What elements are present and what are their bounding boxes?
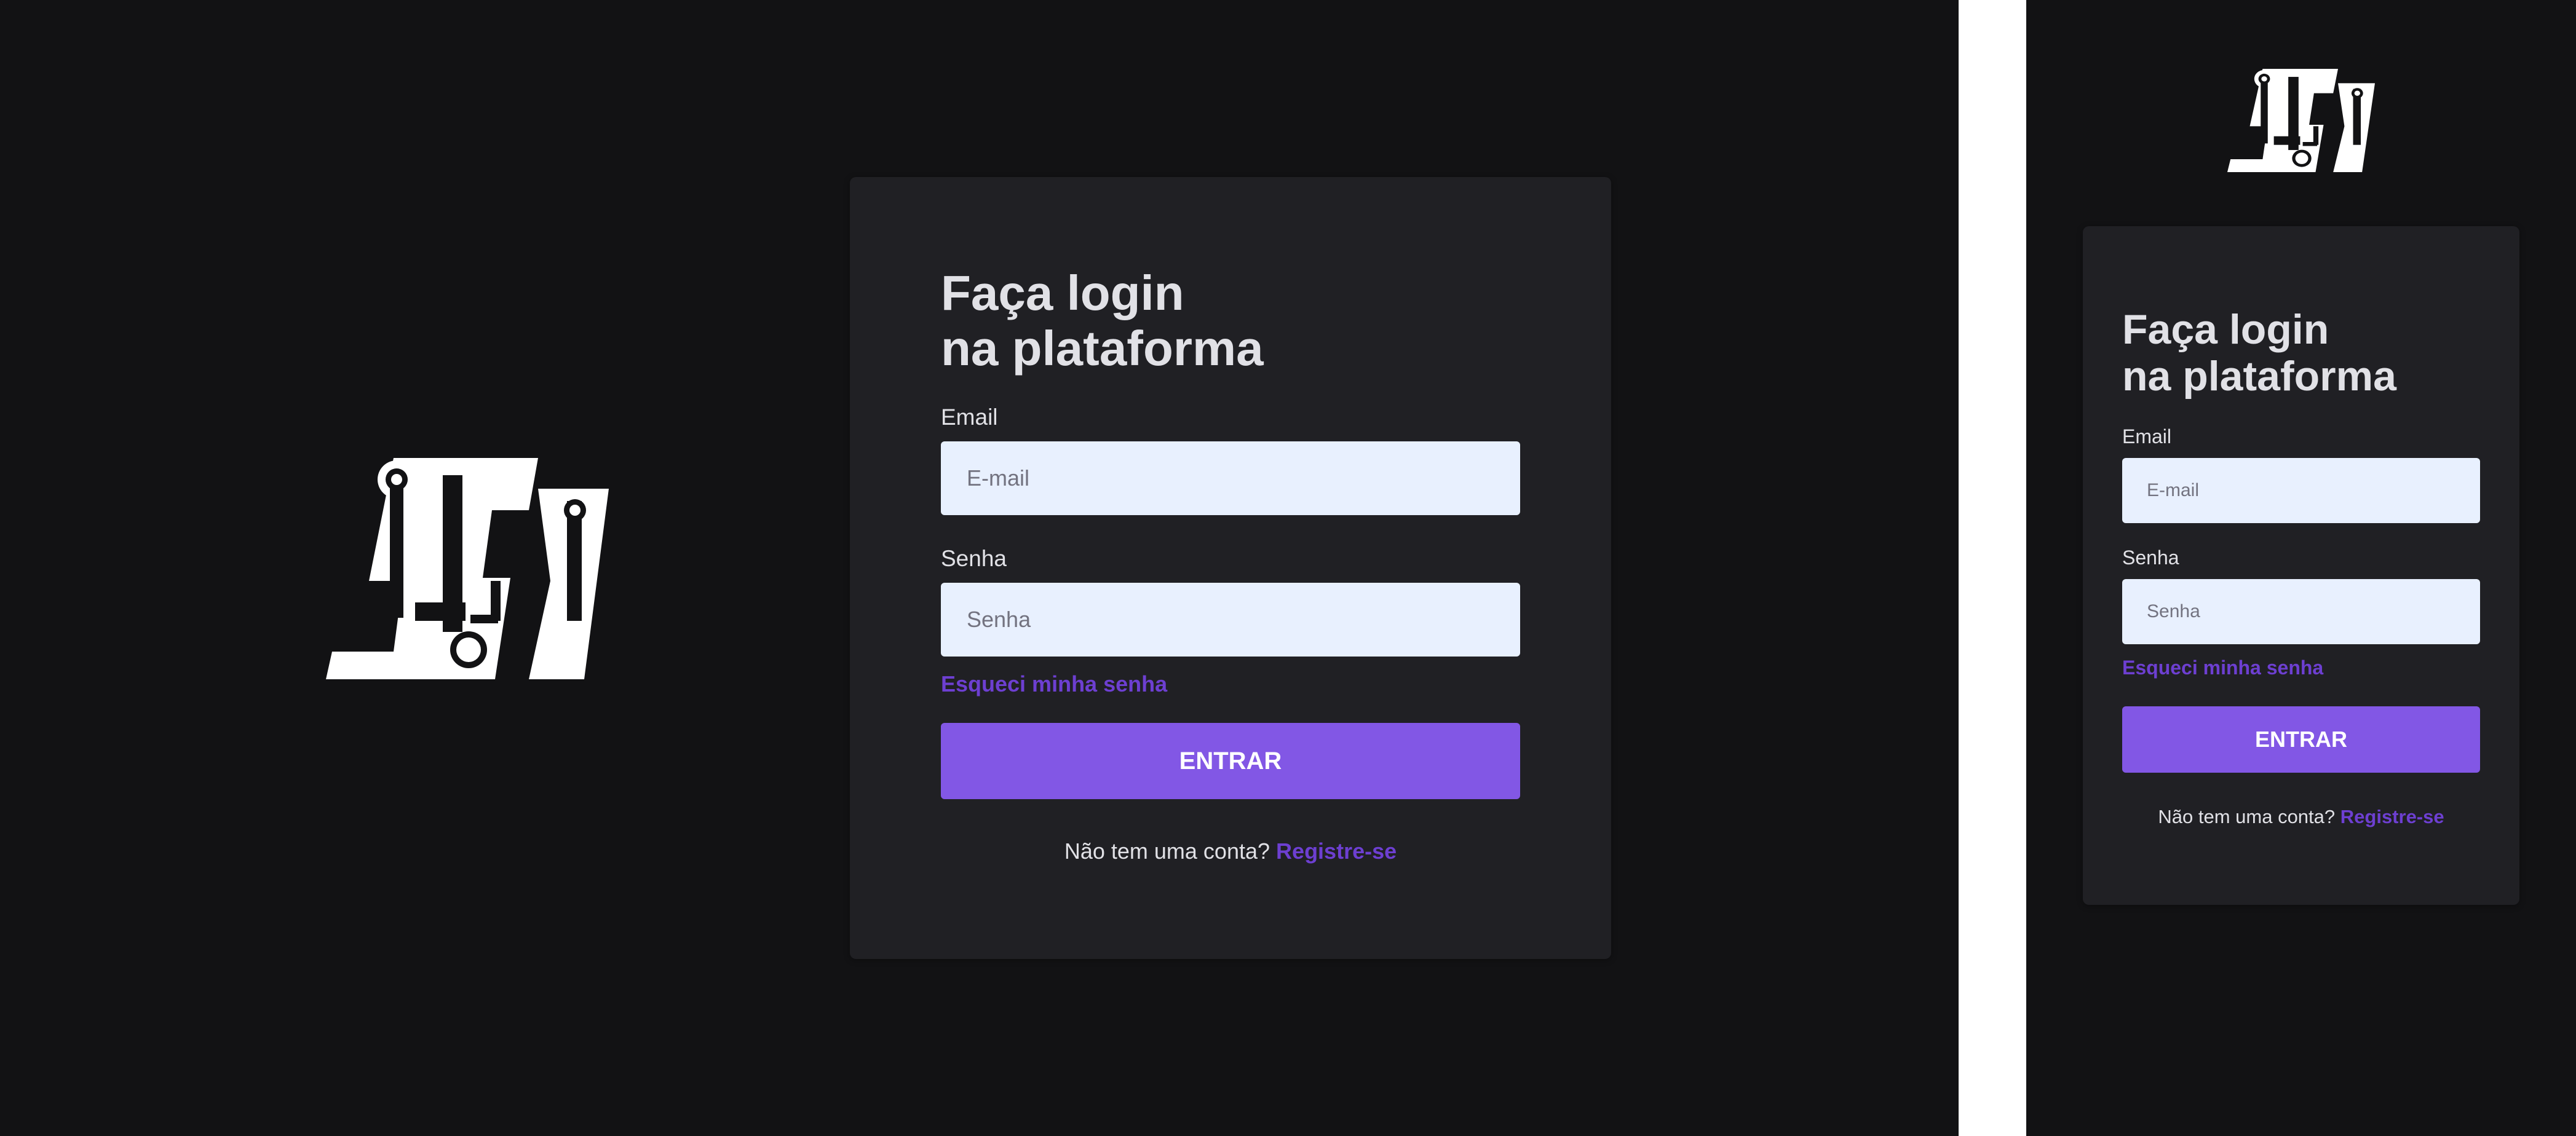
title-line-2: na plataforma (941, 321, 1264, 376)
si-logo-icon (2227, 69, 2375, 172)
register-link[interactable]: Registre-se (2340, 806, 2444, 827)
mobile-view: Faça login na plataforma Email Senha Esq… (2026, 0, 2576, 1136)
title-line-1: Faça login (2122, 306, 2329, 353)
register-prompt: Não tem uma conta? Registre-se (2122, 806, 2480, 828)
password-field[interactable] (2122, 579, 2480, 644)
login-card: Faça login na plataforma Email Senha Esq… (2083, 226, 2519, 905)
title-line-2: na plataforma (2122, 353, 2396, 400)
register-prompt: Não tem uma conta? Registre-se (941, 838, 1520, 864)
password-field[interactable] (941, 583, 1520, 657)
login-button[interactable]: ENTRAR (941, 723, 1520, 799)
no-account-text: Não tem uma conta? (2158, 806, 2336, 827)
si-logo-icon (326, 458, 609, 679)
desktop-view: Faça login na plataforma Email Senha Esq… (0, 0, 1959, 1136)
email-label: Email (2122, 425, 2172, 448)
page-title: Faça login na plataforma (2122, 306, 2480, 400)
forgot-password-link[interactable]: Esqueci minha senha (941, 671, 1167, 697)
forgot-password-link[interactable]: Esqueci minha senha (2122, 657, 2323, 679)
password-label: Senha (941, 546, 1007, 571)
page-title: Faça login na plataforma (941, 266, 1520, 376)
password-label: Senha (2122, 546, 2179, 569)
title-line-1: Faça login (941, 266, 1184, 320)
no-account-text: Não tem uma conta? (1064, 838, 1270, 864)
email-field[interactable] (941, 441, 1520, 515)
email-field[interactable] (2122, 458, 2480, 523)
login-card: Faça login na plataforma Email Senha Esq… (850, 177, 1611, 959)
email-label: Email (941, 404, 998, 430)
register-link[interactable]: Registre-se (1276, 838, 1397, 864)
login-button[interactable]: ENTRAR (2122, 706, 2480, 773)
